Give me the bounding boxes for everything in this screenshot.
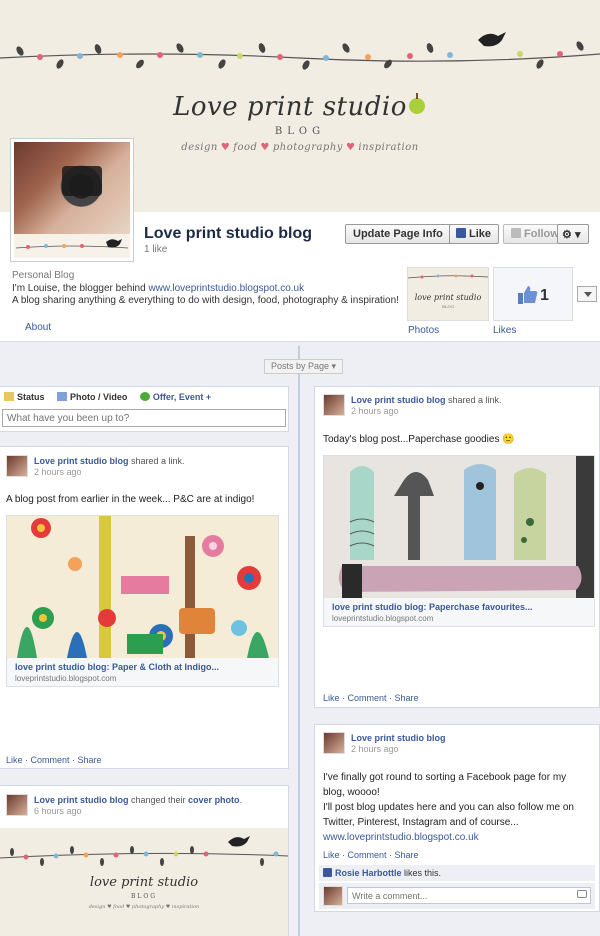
more-sections-button[interactable] bbox=[577, 286, 597, 302]
tab-photo-video[interactable]: Photo / Video bbox=[57, 392, 127, 402]
timeline-spine bbox=[298, 346, 300, 936]
link-preview-image bbox=[7, 516, 278, 658]
svg-text:love print studio: love print studio bbox=[415, 293, 482, 302]
post-text: A blog post from earlier in the week... … bbox=[6, 494, 255, 505]
about-description: I'm Louise, the blogger behind www.lovep… bbox=[12, 283, 305, 294]
settings-button[interactable]: ⚙ ▾ bbox=[557, 224, 589, 244]
link-preview-title[interactable]: love print studio blog: Paperchase favou… bbox=[332, 602, 533, 612]
avatar[interactable] bbox=[6, 455, 28, 477]
post-actions[interactable]: Like · Comment · Share bbox=[323, 850, 419, 860]
post-author: Love print studio blog changed their cov… bbox=[34, 795, 243, 805]
avatar[interactable] bbox=[323, 732, 345, 754]
apple-icon bbox=[408, 93, 425, 114]
photos-link[interactable]: Photos bbox=[408, 325, 439, 336]
photos-thumbnail-art: love print studio BLOG bbox=[407, 274, 489, 309]
about-link[interactable]: About bbox=[25, 322, 51, 333]
post-author: Love print studio blog shared a link. bbox=[351, 395, 502, 405]
link-preview-url: loveprintstudio.blogspot.com bbox=[15, 674, 117, 683]
photos-thumbnail[interactable]: love print studio BLOG bbox=[407, 267, 489, 321]
thumbs-up-icon bbox=[456, 228, 466, 238]
post-card: Love print studio blog shared a link. 2 … bbox=[314, 386, 600, 708]
post-text: Today's blog post...Paperchase goodies 🙂 bbox=[323, 434, 515, 445]
likes-count: 1 like bbox=[144, 244, 168, 255]
post-card: Love print studio blog changed their cov… bbox=[0, 785, 289, 936]
post-text: I've finally got round to sorting a Face… bbox=[323, 772, 574, 845]
comment-row bbox=[319, 883, 595, 909]
posts-filter-dropdown[interactable]: Posts by Page ▾ bbox=[264, 359, 344, 374]
tab-status[interactable]: Status bbox=[4, 392, 45, 402]
photo-icon bbox=[57, 392, 68, 401]
cover-photo-preview: love print studio BLOG design ♥ food ♥ p… bbox=[0, 828, 288, 936]
svg-text:BLOG: BLOG bbox=[131, 893, 157, 900]
post-author: Love print studio blog shared a link. bbox=[34, 456, 185, 466]
link-preview-title[interactable]: love print studio blog: Paper & Cloth at… bbox=[15, 662, 219, 672]
brand-title: Love print studio bbox=[0, 92, 600, 122]
post-actions[interactable]: Like · Comment · Share bbox=[323, 693, 419, 703]
comment-input[interactable] bbox=[347, 887, 591, 904]
avatar[interactable] bbox=[6, 794, 28, 816]
like-button[interactable]: Like bbox=[449, 224, 500, 244]
thumbs-up-icon bbox=[323, 868, 332, 877]
likes-row: Rosie Harbottle likes this. bbox=[319, 865, 595, 881]
post-link[interactable]: www.loveprintstudio.blogspot.co.uk bbox=[323, 830, 574, 845]
svg-text:BLOG: BLOG bbox=[442, 304, 454, 309]
offer-icon bbox=[139, 392, 150, 401]
page-category: Personal Blog bbox=[12, 270, 75, 281]
avatar[interactable] bbox=[323, 394, 345, 416]
avatar bbox=[323, 886, 343, 906]
likes-link[interactable]: Likes bbox=[493, 325, 516, 336]
link-preview[interactable]: love print studio blog: Paperchase favou… bbox=[323, 455, 595, 627]
update-page-info-button[interactable]: Update Page Info bbox=[345, 224, 451, 244]
rss-icon bbox=[511, 228, 521, 238]
gear-icon: ⚙ bbox=[562, 229, 572, 241]
post-composer: Status Photo / Video Offer, Event + bbox=[0, 386, 289, 432]
about-tagline: A blog sharing anything & everything to … bbox=[12, 295, 399, 306]
chevron-down-icon: ▾ bbox=[574, 229, 581, 241]
blog-link[interactable]: www.loveprintstudio.blogspot.co.uk bbox=[148, 283, 304, 294]
svg-text:love print studio: love print studio bbox=[90, 875, 198, 890]
post-card: Love print studio blog 2 hours ago I've … bbox=[314, 724, 600, 912]
post-timestamp[interactable]: 2 hours ago bbox=[351, 744, 399, 754]
profile-vine-illustration bbox=[14, 234, 130, 258]
post-actions[interactable]: Like · Comment · Share bbox=[6, 755, 102, 765]
post-author: Love print studio blog bbox=[351, 733, 446, 743]
thumbs-up-icon bbox=[518, 286, 538, 304]
cover-vine-illustration bbox=[0, 32, 600, 70]
brand-subtitle: BLOG bbox=[274, 126, 326, 137]
profile-photo bbox=[14, 142, 130, 234]
page-title[interactable]: Love print studio blog bbox=[144, 225, 312, 243]
camera-icon[interactable] bbox=[577, 890, 587, 898]
post-timestamp[interactable]: 2 hours ago bbox=[351, 406, 399, 416]
link-preview[interactable]: love print studio blog: Paper & Cloth at… bbox=[6, 515, 279, 687]
post-timestamp[interactable]: 6 hours ago bbox=[34, 806, 82, 816]
status-icon bbox=[4, 392, 14, 401]
profile-picture[interactable] bbox=[10, 138, 134, 262]
tab-offer-event[interactable]: Offer, Event + bbox=[139, 392, 211, 402]
likes-thumbnail[interactable]: 1 bbox=[493, 267, 573, 321]
status-input[interactable] bbox=[2, 409, 286, 427]
link-preview-image bbox=[324, 456, 594, 598]
link-preview-url: loveprintstudio.blogspot.com bbox=[332, 614, 434, 623]
svg-text:design ♥ food ♥ photography ♥: design ♥ food ♥ photography ♥ inspiratio… bbox=[89, 904, 199, 910]
post-card: Love print studio blog shared a link. 2 … bbox=[0, 446, 289, 769]
post-timestamp[interactable]: 2 hours ago bbox=[34, 467, 82, 477]
composer-tabs: Status Photo / Video Offer, Event + bbox=[4, 392, 221, 402]
likes-number: 1 bbox=[540, 287, 549, 304]
